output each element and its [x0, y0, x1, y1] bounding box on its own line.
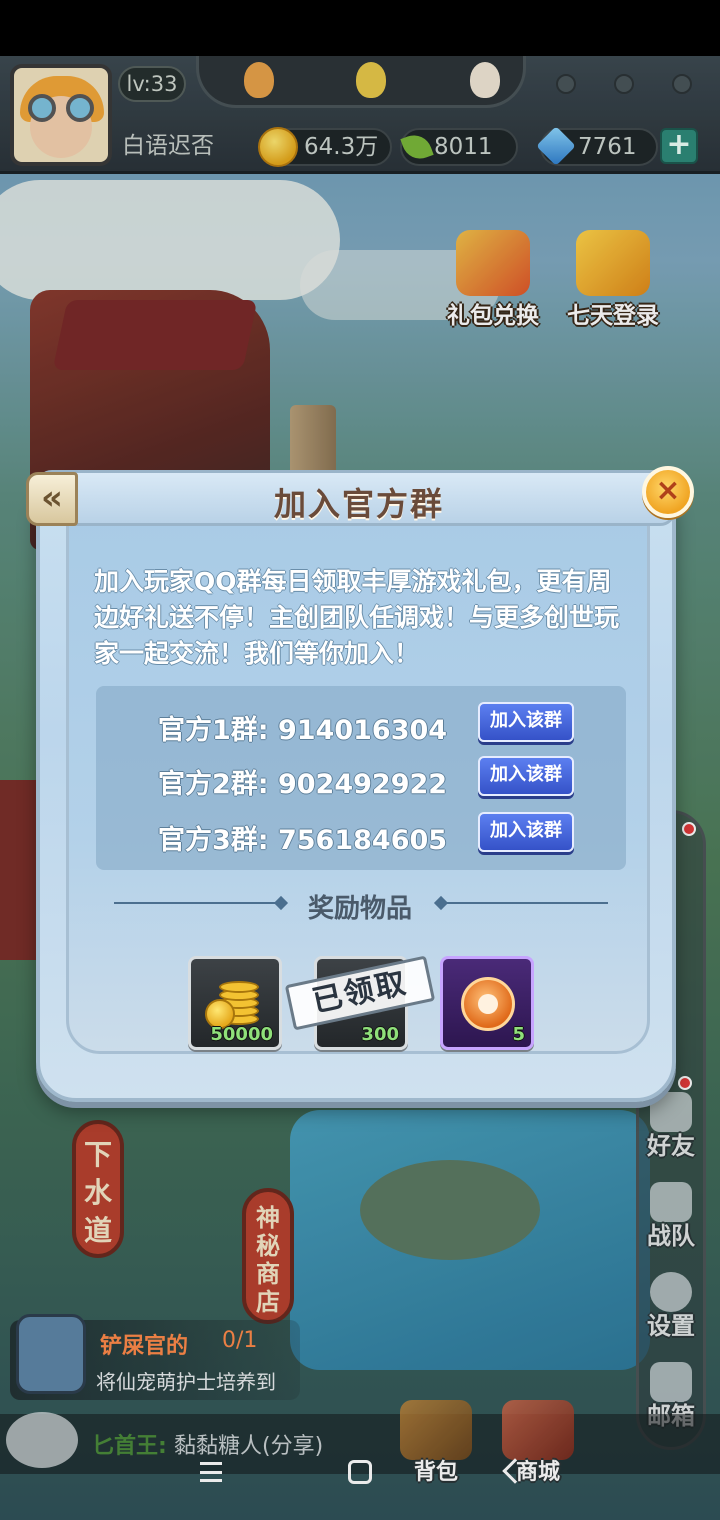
- reward-count: 5: [512, 1024, 525, 1045]
- join-group-button[interactable]: 加入该群: [478, 702, 574, 742]
- back-arrow-icon: «: [41, 478, 63, 518]
- dialog-header: 加入官方群: [36, 470, 676, 526]
- group-number-label: 官方2群: 902492922: [158, 769, 448, 800]
- reward-count: 300: [361, 1024, 399, 1045]
- close-icon: ×: [655, 473, 681, 508]
- dialog-description: 加入玩家QQ群每日领取丰厚游戏礼包，更有周边好礼送不停！主创团队任调戏！与更多创…: [94, 567, 620, 668]
- reward-count: 50000: [210, 1024, 273, 1045]
- divider-line: [442, 902, 608, 904]
- pet-face: [478, 994, 498, 1014]
- join-group-dialog: 加入官方群 « × 加入玩家QQ群每日领取丰厚游戏礼包，更有周边好礼送不停！主创…: [26, 466, 694, 1102]
- join-group-button[interactable]: 加入该群: [478, 812, 574, 852]
- game-screen: lv:33 白语迟否 64.3万 8011 7761 + 礼包兑换 七天登录 好…: [0, 0, 720, 1520]
- reward-slot-gold[interactable]: 50000: [188, 956, 282, 1050]
- back-button[interactable]: «: [26, 472, 78, 526]
- group-row: 官方2群: 902492922 加入该群: [96, 756, 626, 806]
- dialog-title: 加入官方群: [273, 485, 444, 523]
- group-row: 官方3群: 756184605 加入该群: [96, 812, 626, 862]
- divider-line: [114, 902, 280, 904]
- join-group-button[interactable]: 加入该群: [478, 756, 574, 796]
- pet-medal-icon: [461, 977, 515, 1031]
- group-number-label: 官方3群: 756184605: [158, 825, 448, 856]
- group-number-label: 官方1群: 914016304: [158, 715, 448, 746]
- close-button[interactable]: ×: [642, 466, 694, 518]
- group-row: 官方1群: 914016304 加入该群: [96, 702, 626, 752]
- reward-slot-pet-medal[interactable]: 5: [440, 956, 534, 1050]
- reward-section-title: 奖励物品: [307, 894, 412, 924]
